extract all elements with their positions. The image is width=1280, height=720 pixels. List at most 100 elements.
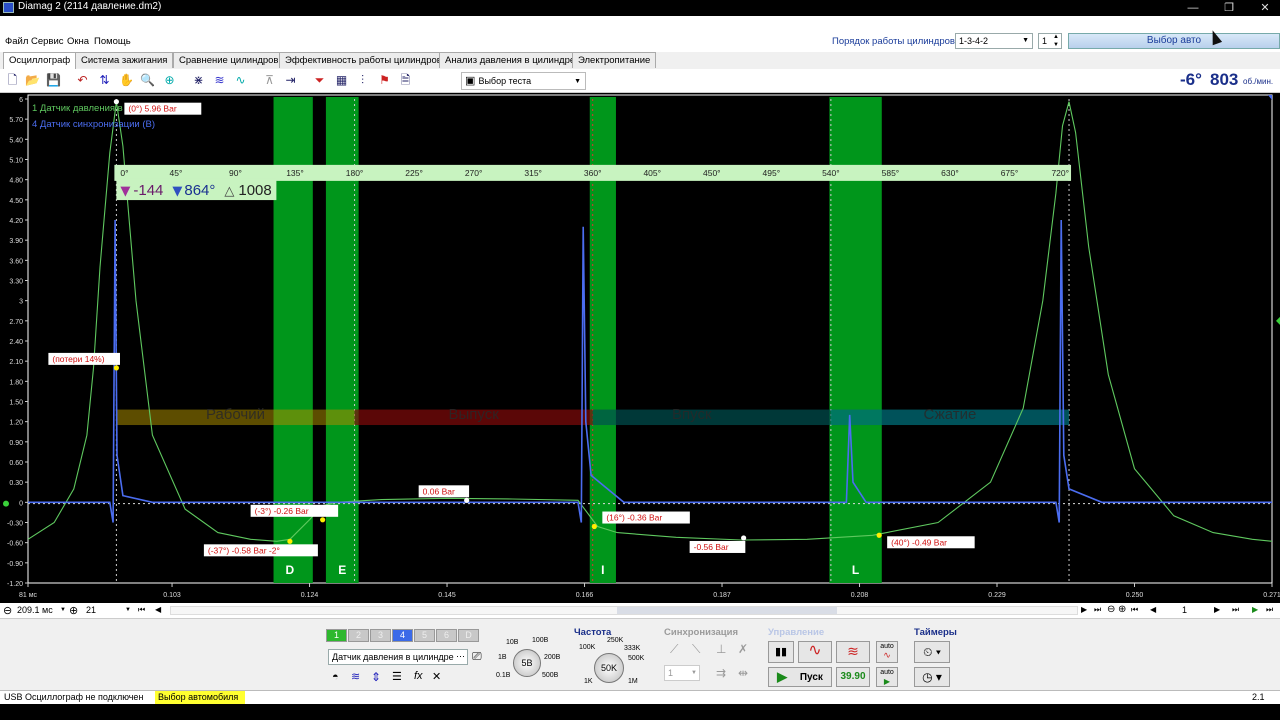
next-frame-icon[interactable]: ▶ xyxy=(1081,605,1087,614)
function-icon[interactable]: fx xyxy=(414,670,423,682)
menu-service[interactable]: Сервис xyxy=(31,36,64,47)
firing-order-select[interactable]: 1-3-4-2 ▼ xyxy=(955,33,1033,49)
timer-2-button[interactable]: ◷ ▾ xyxy=(914,667,950,687)
channel-button-D[interactable]: D xyxy=(458,629,479,642)
minimize-button[interactable]: — xyxy=(1178,0,1208,16)
angle-tick-label: 0° xyxy=(120,168,128,178)
zoom-out-icon-2[interactable]: ⊖ xyxy=(1107,604,1115,615)
l-point xyxy=(876,532,882,538)
probe-icon[interactable]: ⎚ xyxy=(472,649,482,664)
play-icon[interactable]: ▶ xyxy=(1252,605,1258,614)
car-select-label: Выбор автомобиля xyxy=(158,692,239,702)
start-label: Пуск xyxy=(799,672,823,683)
scroll-thumb[interactable] xyxy=(617,607,837,614)
rotate-left-icon[interactable]: ↶ xyxy=(74,72,91,89)
noise-mode-button[interactable]: ≋ xyxy=(836,641,870,663)
frame-next-icon[interactable]: ▶ xyxy=(1214,605,1220,614)
lines-icon[interactable]: ☰ xyxy=(392,670,402,683)
label-peak: (0°) 5.96 Bar xyxy=(128,104,176,114)
cursor-a-icon: ▼ xyxy=(120,184,130,199)
start-button[interactable]: ▶ Пуск xyxy=(768,667,832,687)
channel-button-1[interactable]: 1 xyxy=(326,629,347,642)
menu-file[interactable]: Файл xyxy=(5,36,28,47)
overlay-icon[interactable]: ≋ xyxy=(211,72,228,89)
cursor-b-icon: ▼ xyxy=(172,184,182,199)
phase-label: Выпуск xyxy=(448,406,499,423)
hand-pan-icon[interactable]: ✋ xyxy=(118,72,135,89)
new-file-icon[interactable]: 🗋 xyxy=(4,72,21,89)
end-icon[interactable]: ⏭ xyxy=(1266,605,1273,615)
sensor-select[interactable]: Датчик давления в цилиндре ⋯ xyxy=(328,649,468,665)
channel-button-4[interactable]: 4 xyxy=(392,629,413,642)
grid-icon[interactable]: ▦ xyxy=(333,72,350,89)
angle-tick-label: 360° xyxy=(584,168,602,178)
flag-icon[interactable]: ⚑ xyxy=(376,72,393,89)
noise-icon[interactable]: ≋ xyxy=(351,670,360,683)
frame-last-icon[interactable]: ⏭ xyxy=(1232,605,1239,615)
notes-icon[interactable]: 🗎 xyxy=(397,72,414,89)
frame-first-icon[interactable]: ⏮ xyxy=(1131,605,1138,615)
filter-wave-icon[interactable]: ◓ xyxy=(332,671,339,683)
zoom-icon[interactable]: 🔍 xyxy=(139,72,156,89)
pause-icon: ▮▮ xyxy=(774,646,788,658)
menu-help[interactable]: Помощь xyxy=(94,36,131,47)
sine-mode-button[interactable]: ∿ xyxy=(798,641,832,663)
timer-1-button[interactable]: ⏲ ▾ xyxy=(914,641,950,663)
tab-ignition[interactable]: Система зажигания xyxy=(75,52,174,68)
plot-canvas[interactable]: 6 5.70 5.40 5.10 4.80 4.50 4.20 3.90 3.60 3.30 3 2.… xyxy=(0,93,1280,603)
test-select[interactable]: ▣ Выбор теста ▼ xyxy=(461,72,586,90)
toolbar: 🗋 📂 💾 ↶ ⇅ ✋ 🔍 ⊕ ⋇ ≋ ∿ ⊼ ⇥ ⏷ ▦ ⫶ ⚑ 🗎 ▣ Вы… xyxy=(0,69,1280,93)
menu-windows[interactable]: Окна xyxy=(67,36,89,47)
test-icon: ▣ xyxy=(465,75,479,87)
zoom-out-icon[interactable]: ⊖ xyxy=(3,604,12,617)
nav-bar: ⊖ 209.1 мс ▼ ⊕ 21 ▼ ⏮ ◀ ▶ ⏭ ⊖ ⊕ ⏮ ◀ 1 ▶ … xyxy=(0,603,1280,619)
tab-power-supply[interactable]: Электропитание xyxy=(572,52,657,68)
pause-button[interactable]: ▮▮ xyxy=(768,641,794,663)
restore-button[interactable]: ❐ xyxy=(1214,0,1244,16)
open-folder-icon[interactable]: 📂 xyxy=(24,72,41,89)
channel-button-6[interactable]: 6 xyxy=(436,629,457,642)
tab-cylinder-compare[interactable]: Сравнение цилиндров xyxy=(173,52,285,68)
frame-prev-icon[interactable]: ◀ xyxy=(1150,605,1156,614)
last-frame-icon[interactable]: ⏭ xyxy=(1094,605,1101,615)
zoom-in-icon[interactable]: ⊕ xyxy=(69,604,78,617)
ignition-angle: -6° xyxy=(1180,70,1202,89)
auto-button[interactable]: auto ∿ xyxy=(876,641,898,663)
x-tick-label: 0.271 xyxy=(1263,592,1280,599)
measure-icon[interactable]: ⋇ xyxy=(190,72,207,89)
x-tick-label: 0.166 xyxy=(576,592,594,599)
save-icon[interactable]: 💾 xyxy=(45,72,62,89)
tools-icon[interactable]: ✕ xyxy=(432,670,441,683)
cylinder-spinner[interactable]: 1 ▲ ▼ xyxy=(1038,33,1062,49)
select-car-button[interactable]: Выбор авто xyxy=(1068,33,1280,49)
close-button[interactable]: ✕ xyxy=(1250,0,1280,16)
invert-icon[interactable]: ⇕ xyxy=(371,670,381,684)
car-select-status[interactable]: Выбор автомобиля xyxy=(155,691,245,704)
tab-pressure-analysis[interactable]: Анализ давления в цилиндре xyxy=(439,52,582,68)
first-frame-icon[interactable]: ⏮ xyxy=(138,605,145,615)
wave-icon[interactable]: ∿ xyxy=(232,72,249,89)
split-icon[interactable]: ⫶ xyxy=(354,72,371,89)
frames-select[interactable]: 21 ▼ xyxy=(83,603,131,618)
zoom-in-icon-2[interactable]: ⊕ xyxy=(1118,604,1126,615)
channel-button-2[interactable]: 2 xyxy=(348,629,369,642)
tab-oscilloscope[interactable]: Осциллограф xyxy=(3,52,77,69)
fit-icon[interactable]: ⊕ xyxy=(161,72,178,89)
volt-knob[interactable]: 5В xyxy=(513,649,541,677)
freq-knob[interactable]: 50K xyxy=(594,653,624,683)
filter-icon[interactable]: ⏷ xyxy=(311,72,328,89)
timebase-select[interactable]: 209.1 мс ▼ xyxy=(14,603,66,618)
prev-frame-icon[interactable]: ◀ xyxy=(155,605,161,614)
horizontal-scrollbar[interactable] xyxy=(170,606,1078,615)
timers-title: Таймеры xyxy=(914,627,957,638)
auto-play-button[interactable]: auto ▶ xyxy=(876,667,898,687)
oscilloscope-plot[interactable]: 6 5.70 5.40 5.10 4.80 4.50 4.20 3.90 3.60 3.30 3 2.… xyxy=(0,93,1280,603)
tab-label: Электропитание xyxy=(578,55,651,66)
tab-cylinder-efficiency[interactable]: Эффективность работы цилиндров xyxy=(279,52,448,68)
trigger-icon[interactable]: ⊼ xyxy=(261,72,278,89)
timebase-value: 209.1 мс xyxy=(17,605,53,615)
trigger-zero-icon[interactable]: ⇥ xyxy=(282,72,299,89)
cursor-marker-icon[interactable]: ⇅ xyxy=(96,72,113,89)
channel-button-3[interactable]: 3 xyxy=(370,629,391,642)
channel-button-5[interactable]: 5 xyxy=(414,629,435,642)
